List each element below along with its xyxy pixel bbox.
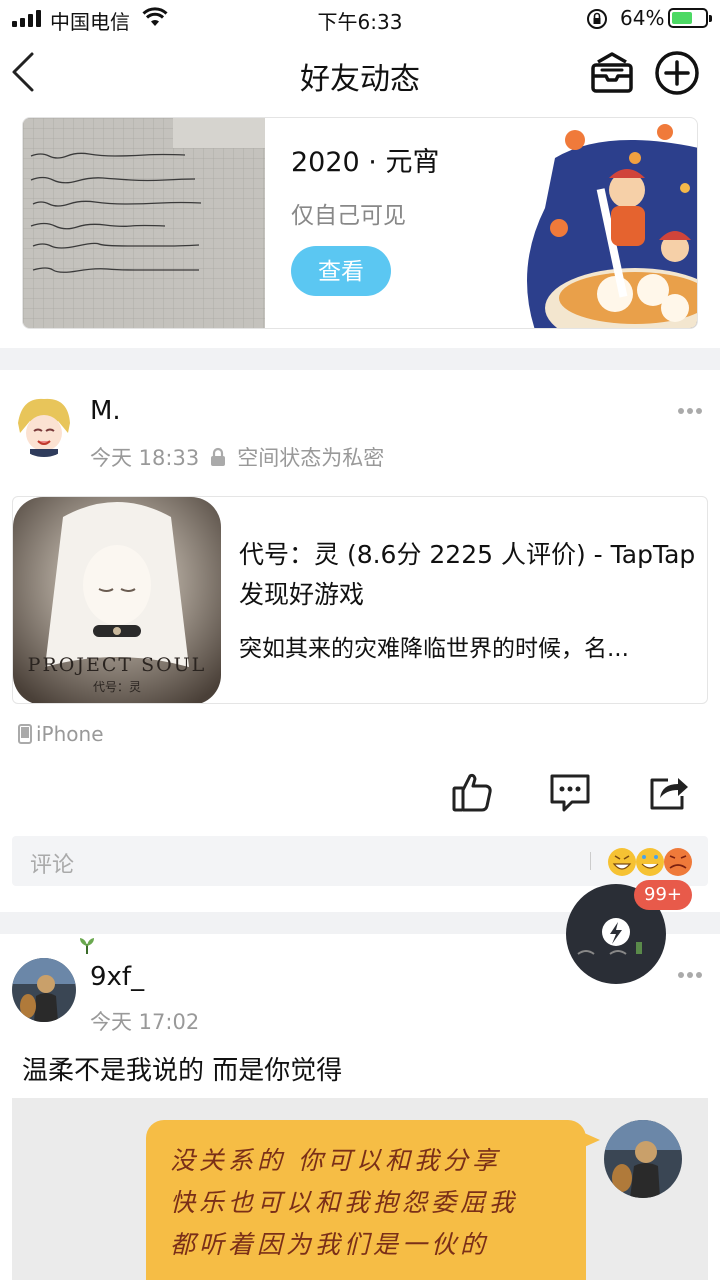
- memory-visibility: 仅自己可见: [291, 203, 406, 229]
- device-label: iPhone: [36, 722, 104, 746]
- chat-bubble: 没关系的 你可以和我分享 快乐也可以和我抱怨委屈我 都听着因为我们是一伙的: [146, 1120, 586, 1280]
- comment-icon[interactable]: [548, 770, 592, 814]
- section-divider: [0, 348, 720, 370]
- phone-icon: [18, 724, 32, 744]
- link-description: 突如其来的灾难降临世界的时候，名...: [239, 636, 629, 662]
- post-text: 温柔不是我说的 而是你觉得: [22, 1056, 343, 1086]
- notification-badge: 99+: [634, 880, 692, 910]
- comment-separator: [590, 852, 591, 870]
- thumb-caption-subtitle: 代号：灵: [93, 680, 141, 694]
- status-bar: 中国电信 下午6:33 64%: [0, 0, 720, 36]
- post-time: 今天 17:02: [90, 1010, 200, 1034]
- bubble-line: 快乐也可以和我抱怨委屈我: [170, 1188, 519, 1217]
- comment-placeholder: 评论: [30, 853, 75, 878]
- lantern-festival-illustration: [527, 124, 697, 328]
- chat-avatar: [604, 1120, 682, 1198]
- post-time: 今天 18:33: [90, 446, 200, 470]
- emoji-reactions-icon[interactable]: [606, 842, 702, 882]
- avatar[interactable]: [12, 958, 76, 1022]
- navigation-bar: 好友动态: [0, 40, 720, 106]
- plant-decoration-icon: [80, 938, 94, 954]
- memory-card[interactable]: 2020 · 元宵 仅自己可见 查看: [22, 117, 698, 329]
- share-icon[interactable]: [646, 770, 690, 814]
- orientation-lock-icon: [587, 9, 607, 29]
- avatar[interactable]: [12, 393, 76, 457]
- message-box-icon[interactable]: [588, 50, 636, 96]
- game-thumbnail: PROJECT SOUL 代号：灵: [13, 497, 221, 703]
- status-time: 下午6:33: [317, 10, 403, 34]
- memory-photo: [23, 118, 265, 328]
- bubble-line: 没关系的 你可以和我分享: [170, 1146, 501, 1175]
- more-options-icon[interactable]: [677, 407, 703, 415]
- add-icon[interactable]: [654, 50, 700, 96]
- link-title: 代号：灵 (8.6分 2225 人评价) - TapTap 发现好游戏: [239, 540, 696, 609]
- more-options-icon[interactable]: [677, 971, 703, 979]
- shared-link-card[interactable]: PROJECT SOUL 代号：灵 代号：灵 (8.6分 2225 人评价) -…: [12, 496, 708, 704]
- comment-input[interactable]: 评论: [12, 836, 708, 886]
- lock-icon: [211, 447, 226, 466]
- view-button[interactable]: 查看: [291, 246, 391, 296]
- bubble-line: 都听着因为我们是一伙的: [170, 1230, 490, 1259]
- like-icon[interactable]: [450, 770, 494, 814]
- post-username[interactable]: 9xf_: [90, 962, 144, 992]
- post-username[interactable]: M.: [90, 396, 121, 426]
- post-image[interactable]: 没关系的 你可以和我分享 快乐也可以和我抱怨委屈我 都听着因为我们是一伙的: [12, 1098, 708, 1280]
- battery-icon: [668, 8, 712, 28]
- post-meta: 今天 18:33 空间状态为私密: [90, 442, 384, 472]
- privacy-label: 空间状态为私密: [237, 446, 385, 470]
- device-source: iPhone: [18, 722, 104, 746]
- memory-title: 2020 · 元宵: [291, 147, 440, 178]
- battery-percentage: 64%: [620, 6, 665, 30]
- thumb-caption-title: PROJECT SOUL: [28, 654, 207, 676]
- bubble-tail: [582, 1132, 600, 1148]
